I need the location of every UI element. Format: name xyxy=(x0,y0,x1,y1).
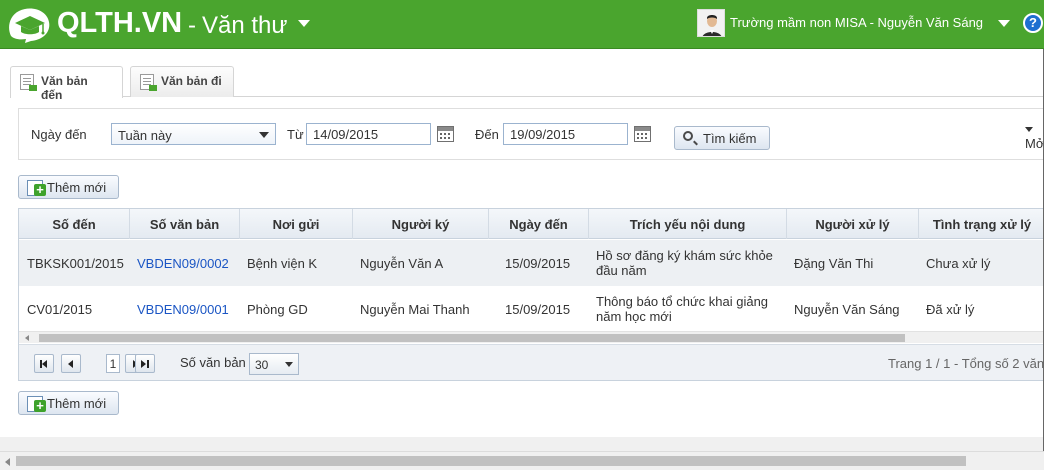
grid-header: Số đến Số văn bản Nơi gửi Người ký Ngày … xyxy=(19,209,1044,239)
table-cell: Nguyễn Văn Sáng xyxy=(794,301,900,317)
first-page-button[interactable] xyxy=(34,354,54,373)
tab-outgoing-documents[interactable]: Văn bản đi xyxy=(130,66,234,97)
incoming-document-icon xyxy=(20,74,37,91)
table-cell: TBKSK001/2015 xyxy=(27,255,124,271)
page-scroll-thumb[interactable] xyxy=(16,456,966,466)
chevron-down-icon xyxy=(285,362,293,367)
user-avatar[interactable] xyxy=(697,9,725,37)
content-footer-band xyxy=(0,437,1044,451)
grid-horizontal-scrollbar[interactable] xyxy=(19,331,1044,343)
user-menu-caret-icon[interactable] xyxy=(998,20,1010,27)
page-size-value: 30 xyxy=(255,358,269,372)
table-cell: Đã xử lý xyxy=(926,301,975,317)
column-header[interactable]: Số văn bản xyxy=(130,209,240,239)
period-select-value: Tuần này xyxy=(118,128,172,143)
help-icon[interactable]: ? xyxy=(1023,13,1043,33)
to-label: Đến xyxy=(475,127,499,142)
scroll-left-icon[interactable] xyxy=(25,335,29,341)
table-cell: Bệnh viện K xyxy=(247,255,318,271)
date-received-label: Ngày đến xyxy=(31,127,87,142)
from-calendar-icon[interactable] xyxy=(437,126,454,142)
prev-page-icon xyxy=(68,360,73,368)
module-title-label: Văn thư xyxy=(202,12,288,39)
tab-incoming-documents[interactable]: Văn bản đến xyxy=(10,66,123,102)
add-new-button-bottom[interactable]: Thêm mới xyxy=(18,391,119,415)
outgoing-document-icon xyxy=(140,74,157,91)
incoming-documents-grid: Số đến Số văn bản Nơi gửi Người ký Ngày … xyxy=(18,208,1044,381)
search-button[interactable]: Tìm kiếm xyxy=(674,126,770,150)
from-date-input[interactable]: 14/09/2015 xyxy=(306,123,431,145)
app-header: QLTH.VN - Văn thư Trường mầm non MISA - N… xyxy=(0,0,1044,49)
table-cell: Phòng GD xyxy=(247,301,308,317)
table-cell: Chưa xử lý xyxy=(926,255,991,271)
scroll-left-icon[interactable] xyxy=(5,458,10,466)
add-new-label: Thêm mới xyxy=(47,396,107,411)
table-cell: Đặng Văn Thi xyxy=(794,255,874,271)
add-document-icon xyxy=(27,180,46,196)
search-icon xyxy=(683,131,693,141)
table-cell: 15/09/2015 xyxy=(505,301,571,317)
add-document-icon xyxy=(27,396,46,412)
grid-scroll-thumb[interactable] xyxy=(39,334,905,342)
document-tabs: Văn bản đến Văn bản đi xyxy=(10,66,1044,102)
to-calendar-icon[interactable] xyxy=(634,126,651,142)
document-number-link[interactable]: VBDEN09/0002 xyxy=(131,240,240,286)
tab-label: Văn bản đi xyxy=(161,74,222,88)
last-page-button[interactable] xyxy=(135,354,155,373)
module-dropdown-caret-icon[interactable] xyxy=(298,20,310,27)
table-cell: Nguyễn Văn A xyxy=(360,255,444,271)
graduation-cap-logo-icon[interactable] xyxy=(5,6,51,44)
page-size-label: Số văn bản xyxy=(180,355,246,370)
last-page-icon xyxy=(141,360,146,368)
user-school-name[interactable]: Trường mầm non MISA - Nguyễn Văn Sáng xyxy=(730,15,983,30)
add-new-button-top[interactable]: Thêm mới xyxy=(18,175,119,199)
table-cell: Hồ sơ đăng ký khám sức khỏe đầu năm xyxy=(596,248,773,278)
first-page-icon xyxy=(42,360,47,368)
prev-page-button[interactable] xyxy=(61,354,81,373)
module-title-dash: - xyxy=(188,12,196,39)
page-size-select[interactable]: 30 xyxy=(249,353,299,375)
column-header[interactable]: Nơi gửi xyxy=(240,209,353,239)
search-button-label: Tìm kiếm xyxy=(703,131,757,146)
table-cell: 15/09/2015 xyxy=(505,255,571,271)
column-header[interactable]: Trích yếu nội dung xyxy=(589,209,787,239)
column-header[interactable]: Số đến xyxy=(19,209,130,239)
table-row[interactable]: TBKSK001/2015 VBDEN09/0002 Bệnh viện K N… xyxy=(19,240,1044,286)
column-header[interactable]: Tình trạng xử lý xyxy=(919,209,1044,239)
page-number-input[interactable]: 1 xyxy=(106,354,120,373)
pager-info: Trang 1 / 1 - Tổng số 2 văn xyxy=(888,356,1044,371)
to-date-input[interactable]: 19/09/2015 xyxy=(503,123,628,145)
module-title[interactable]: - Văn thư xyxy=(188,12,287,40)
column-header[interactable]: Ngày đến xyxy=(489,209,589,239)
table-cell: Nguyễn Mai Thanh xyxy=(360,301,470,317)
document-number-link[interactable]: VBDEN09/0001 xyxy=(131,286,240,332)
expand-filter-label: Mở xyxy=(1025,136,1044,151)
table-cell: Thông báo tổ chức khai giảng năm học mới xyxy=(596,294,769,324)
add-new-label: Thêm mới xyxy=(47,180,107,195)
tab-label: Văn bản đến xyxy=(41,74,88,102)
user-avatar-icon xyxy=(698,10,724,36)
from-label: Từ xyxy=(287,127,304,142)
app-logo-text[interactable]: QLTH.VN xyxy=(57,7,182,40)
table-cell: CV01/2015 xyxy=(27,301,93,317)
chevron-down-icon xyxy=(259,132,269,138)
expand-filter-toggle[interactable]: Mở xyxy=(1025,121,1044,151)
page-horizontal-scrollbar[interactable] xyxy=(0,451,1044,470)
search-filter-panel: Ngày đến Tuần này Từ 14/09/2015 Đến 19/0… xyxy=(18,108,1044,160)
table-row[interactable]: CV01/2015 VBDEN09/0001 Phòng GD Nguyễn M… xyxy=(19,286,1044,332)
expand-caret-icon xyxy=(1025,127,1033,133)
column-header[interactable]: Người ký xyxy=(353,209,489,239)
period-select[interactable]: Tuần này xyxy=(111,123,276,145)
grid-pager: 1 Số văn bản 30 Trang 1 / 1 - Tổng số 2 … xyxy=(19,344,1044,380)
column-header[interactable]: Người xử lý xyxy=(787,209,919,239)
